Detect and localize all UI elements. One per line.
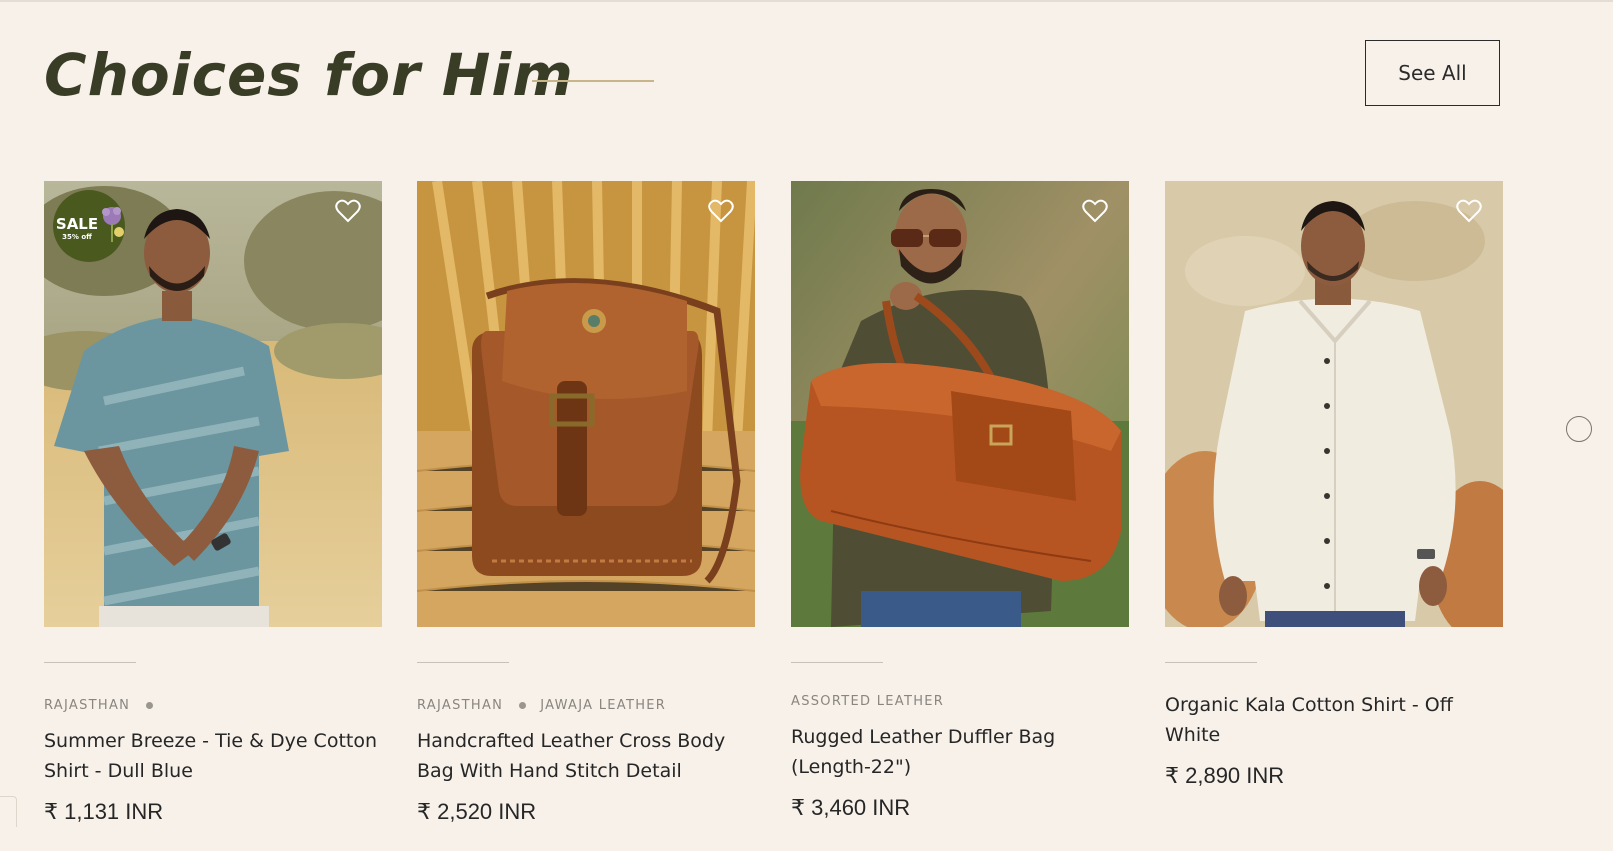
wishlist-heart-icon[interactable] xyxy=(1456,199,1482,223)
top-divider xyxy=(0,0,1613,2)
product-price: ₹ 1,131 INR xyxy=(44,799,164,824)
tag-vendor[interactable]: ASSORTED LEATHER xyxy=(791,694,944,709)
product-card-leather-cross-body-bag[interactable]: RAJASTHAN JAWAJA LEATHER Handcrafted Lea… xyxy=(417,181,755,851)
title-accent-line xyxy=(532,80,654,82)
card-divider xyxy=(417,662,509,663)
product-photo-duffle-bag xyxy=(791,181,1129,627)
tag-vendor[interactable]: JAWAJA LEATHER xyxy=(540,698,666,713)
product-name[interactable]: Summer Breeze - Tie & Dye Cotton Shirt -… xyxy=(44,726,380,786)
tag-origin[interactable]: RAJASTHAN xyxy=(44,698,130,713)
sale-badge-label: SALE xyxy=(55,215,99,233)
wishlist-heart-icon[interactable] xyxy=(708,199,734,223)
tag-separator-dot xyxy=(519,701,527,709)
corner-widget[interactable] xyxy=(0,796,17,827)
product-name[interactable]: Organic Kala Cotton Shirt - Off White xyxy=(1165,690,1501,750)
product-name[interactable]: Rugged Leather Duffler Bag (Length-22") xyxy=(791,722,1127,782)
card-divider xyxy=(44,662,136,663)
product-name[interactable]: Handcrafted Leather Cross Body Bag With … xyxy=(417,726,753,786)
product-image[interactable] xyxy=(1165,181,1503,627)
product-card-kala-cotton-shirt[interactable]: Organic Kala Cotton Shirt - Off White ₹ … xyxy=(1165,181,1503,851)
product-price: ₹ 3,460 INR xyxy=(791,795,911,820)
product-photo-off-white-shirt xyxy=(1165,181,1503,627)
product-tags: RAJASTHAN xyxy=(44,695,167,715)
product-card-summer-breeze-shirt[interactable]: SALE 35% off RAJASTHAN Summer Breeze - T… xyxy=(44,181,382,851)
product-tags: RAJASTHAN JAWAJA LEATHER xyxy=(417,695,666,715)
sale-badge-discount: 35% off xyxy=(62,233,92,241)
carousel-next-icon[interactable] xyxy=(1566,416,1592,442)
section-header: Choices for Him See All xyxy=(44,38,1504,118)
product-image[interactable] xyxy=(417,181,755,627)
wishlist-heart-icon[interactable] xyxy=(1082,199,1108,223)
product-card-leather-duffler-bag[interactable]: ASSORTED LEATHER Rugged Leather Duffler … xyxy=(791,181,1129,851)
product-photo-leather-bag xyxy=(417,181,755,627)
product-image[interactable]: SALE 35% off xyxy=(44,181,382,627)
section-title: Choices for Him xyxy=(44,41,574,109)
flower-icon xyxy=(102,207,124,242)
product-price: ₹ 2,520 INR xyxy=(417,799,537,824)
tag-origin[interactable]: RAJASTHAN xyxy=(417,698,503,713)
product-tags: ASSORTED LEATHER xyxy=(791,691,944,711)
card-divider xyxy=(1165,662,1257,663)
tag-separator-dot xyxy=(146,701,154,709)
product-image[interactable] xyxy=(791,181,1129,627)
see-all-button[interactable]: See All xyxy=(1365,40,1500,106)
product-price: ₹ 2,890 INR xyxy=(1165,763,1285,788)
wishlist-heart-icon[interactable] xyxy=(335,199,361,223)
sale-badge: SALE 35% off xyxy=(53,190,125,262)
card-divider xyxy=(791,662,883,663)
